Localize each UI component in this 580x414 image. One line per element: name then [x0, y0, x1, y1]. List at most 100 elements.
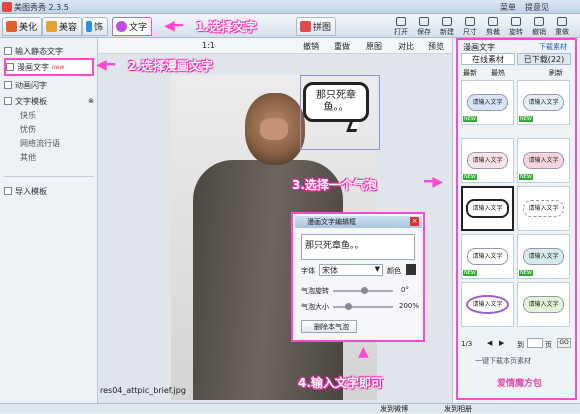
left-panel: 输入静态文字 漫画文字 new 动画闪字 文字模板 ⊗ 快乐 忧伤 网络流行语 … — [0, 38, 98, 403]
go-button[interactable]: GO — [557, 338, 571, 348]
feedback-button[interactable]: 提意见 — [525, 2, 549, 13]
size-button[interactable]: 尺寸 — [459, 17, 481, 37]
new-badge: NEW — [463, 174, 477, 180]
tab-collage[interactable]: 拼图 — [296, 17, 337, 36]
static-text-item[interactable]: 输入静态文字 — [4, 44, 94, 58]
new-button[interactable]: 新建 — [436, 17, 458, 37]
import-label: 导入模板 — [15, 186, 47, 196]
compare-link[interactable]: 对比 — [398, 41, 414, 52]
tab-downloaded[interactable]: 已下载(22) — [517, 53, 571, 65]
tab-cosmetic[interactable]: 美容 — [42, 17, 83, 36]
template-other[interactable]: 其他 — [20, 152, 36, 163]
tab-text[interactable]: 文字 — [112, 17, 153, 36]
bubble-text-input[interactable]: 那只死章鱼。。 — [301, 234, 415, 260]
bubble-thumbnail[interactable]: 请输入文字 — [517, 186, 570, 231]
save-label: 保存 — [417, 28, 431, 36]
template-icon — [4, 97, 12, 105]
speech-bubble[interactable]: 那只死章鱼。。 — [303, 82, 369, 122]
redo-label: 重做 — [555, 28, 569, 36]
delete-bubble-button[interactable]: 删除本气泡 — [301, 320, 357, 333]
annotation-step1: 1.选择文字 — [196, 20, 257, 34]
chevron-down-icon: ▼ — [374, 265, 380, 273]
preview-link[interactable]: 预览 — [428, 41, 444, 52]
redo-button[interactable]: 重做 — [551, 17, 573, 37]
import-icon — [4, 187, 12, 195]
import-template-button[interactable]: 导入模板 — [4, 184, 94, 198]
arrow-left-icon: ◀━ — [164, 18, 184, 34]
decoration-icon — [86, 21, 92, 32]
annotation-step2: 2.选择漫画文字 — [128, 59, 213, 73]
new-icon — [442, 17, 452, 26]
size-value: 200% — [399, 302, 420, 310]
template-happy[interactable]: 快乐 — [20, 110, 36, 121]
thumb-text: 请输入文字 — [466, 199, 509, 218]
undo-label: 撤销 — [532, 28, 546, 36]
open-icon — [396, 17, 406, 26]
tab-label: 饰 — [93, 23, 103, 33]
animated-text-item[interactable]: 动画闪字 — [4, 78, 94, 92]
comic-text-item[interactable]: 漫画文字 new — [4, 58, 94, 76]
thumb-text: 请输入文字 — [523, 296, 564, 313]
promo-banner[interactable]: 爱情魔方包 — [497, 376, 542, 389]
font-select[interactable]: 宋体 ▼ — [319, 264, 383, 276]
thumb-text: 请输入文字 — [467, 152, 508, 169]
status-bar: 发到微博 发到相册 — [0, 403, 580, 413]
thumb-text: 请输入文字 — [467, 94, 508, 111]
download-link[interactable]: 下载素材 — [539, 42, 567, 52]
photo-figure-hand — [260, 118, 288, 140]
menu-button[interactable]: 菜单 — [500, 2, 516, 13]
redo-icon — [557, 17, 567, 26]
original-link[interactable]: 原图 — [366, 41, 382, 52]
rotate-label: 旋转 — [509, 28, 523, 36]
zoom-label[interactable]: 1:1 — [202, 41, 215, 50]
tab-beautify[interactable]: 美化 — [2, 17, 43, 36]
tab-online[interactable]: 在线素材 — [461, 53, 515, 65]
bubble-thumbnail-selected[interactable]: 请输入文字 — [461, 186, 514, 231]
size-slider-knob[interactable] — [345, 303, 352, 310]
divider — [4, 176, 94, 177]
rotate-icon — [511, 17, 521, 26]
next-page-icon[interactable]: ▶ — [499, 339, 504, 347]
redo-link[interactable]: 重做 — [334, 41, 350, 52]
color-label: 颜色 — [387, 267, 401, 275]
color-swatch[interactable] — [406, 264, 416, 275]
save-button[interactable]: 保存 — [413, 17, 435, 37]
arrow-right-icon: ━▶ — [424, 174, 444, 190]
crop-button[interactable]: 剪裁 — [482, 17, 504, 37]
new-label: 新建 — [440, 28, 454, 36]
template-internet[interactable]: 网络流行语 — [20, 138, 60, 149]
sort-new[interactable]: 最新 — [463, 68, 477, 78]
prev-page-icon[interactable]: ◀ — [487, 339, 492, 347]
tab-decoration[interactable]: 饰 — [82, 17, 108, 36]
batch-download-link[interactable]: 一键下载本页素材 — [475, 356, 531, 366]
arrow-left-icon: ◀━ — [96, 57, 116, 73]
refresh-button[interactable]: 刷新 — [549, 68, 563, 78]
bubble-thumbnail[interactable]: 请输入文字 — [461, 282, 514, 327]
main-tab-strip: 美化 美容 饰 文字 拼图 打开 保存 新建 尺寸 剪裁 旋转 撤销 重做 — [0, 14, 580, 38]
rotate-slider-knob[interactable] — [361, 287, 368, 294]
comic-text-editor-dialog: 漫画文字编辑框 × 那只死章鱼。。 字体 宋体 ▼ 颜色 气泡旋转 0° 气泡大… — [291, 212, 425, 342]
arrow-up-icon: ▲ — [358, 344, 369, 360]
undo-link[interactable]: 撤销 — [303, 41, 319, 52]
page-input[interactable] — [527, 338, 543, 348]
sort-hot[interactable]: 最热 — [491, 68, 505, 78]
rotate-button[interactable]: 旋转 — [505, 17, 527, 37]
rotate-slider[interactable] — [333, 287, 393, 294]
text-template-item[interactable]: 文字模板 ⊗ — [4, 94, 94, 108]
right-panel-title: 漫画文字 — [463, 43, 495, 52]
close-icon[interactable]: × — [410, 217, 419, 226]
template-sad[interactable]: 忧伤 — [20, 124, 36, 135]
right-panel: 漫画文字 下载素材 在线素材 已下载(22) 最新 最热 刷新 请输入文字 请输… — [452, 38, 578, 403]
bubble-thumbnail[interactable]: 请输入文字 — [517, 282, 570, 327]
collapse-icon[interactable]: ⊗ — [88, 97, 94, 105]
page-indicator: 1/3 — [461, 340, 473, 348]
tab-label: 美化 — [19, 23, 38, 33]
tab-label: 文字 — [129, 23, 148, 33]
open-button[interactable]: 打开 — [390, 17, 412, 37]
new-badge: NEW — [519, 174, 533, 180]
comic-text-icon — [6, 63, 14, 71]
page-suffix: 页 — [545, 341, 552, 349]
undo-button[interactable]: 撤销 — [528, 17, 550, 37]
text-icon — [116, 21, 127, 32]
size-slider[interactable] — [333, 303, 393, 310]
